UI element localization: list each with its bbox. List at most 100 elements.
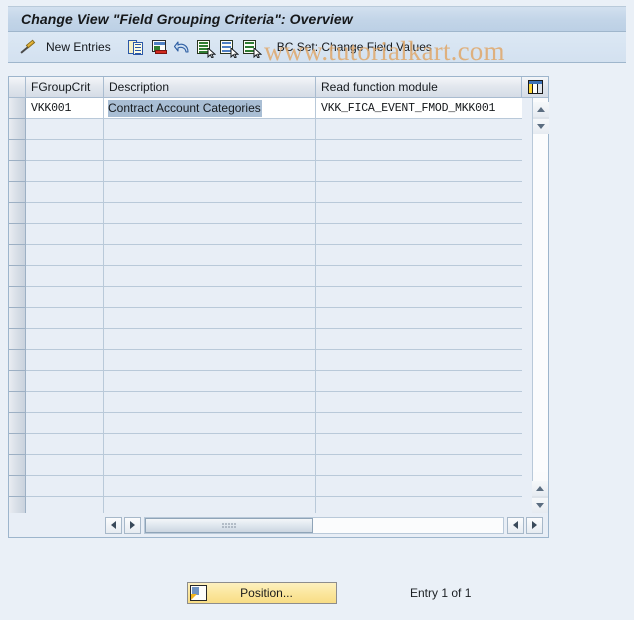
row-selector-cell[interactable] (9, 329, 26, 350)
cell-fgroupcrit[interactable] (26, 392, 104, 413)
cell-fgroupcrit[interactable] (26, 203, 104, 224)
scroll-down-button[interactable] (533, 118, 549, 134)
cell-description[interactable] (104, 434, 316, 455)
cell-read_function_module[interactable] (316, 434, 522, 455)
cell-read_function_module[interactable] (316, 182, 522, 203)
row-selector-cell[interactable] (9, 140, 26, 161)
cell-read_function_module[interactable] (316, 308, 522, 329)
column-header-description[interactable]: Description (104, 77, 316, 98)
cell-read_function_module[interactable] (316, 203, 522, 224)
cell-read_function_module[interactable] (316, 413, 522, 434)
cell-description[interactable] (104, 182, 316, 203)
row-selector-cell[interactable] (9, 119, 26, 140)
cell-description[interactable] (104, 476, 316, 497)
undo-button[interactable] (171, 35, 194, 59)
cell-read_function_module[interactable] (316, 224, 522, 245)
horizontal-scrollbar[interactable] (9, 513, 548, 537)
cell-description[interactable] (104, 455, 316, 476)
row-selector-cell[interactable] (9, 413, 26, 434)
table-row[interactable] (9, 224, 548, 245)
cell-read_function_module[interactable]: VKK_FICA_EVENT_FMOD_MKK001 (316, 98, 522, 119)
scroll-page-down-button[interactable] (532, 497, 548, 513)
horizontal-scroll-thumb[interactable] (145, 517, 313, 533)
row-selector-cell[interactable] (9, 203, 26, 224)
cell-fgroupcrit[interactable] (26, 476, 104, 497)
row-selector-cell[interactable] (9, 161, 26, 182)
cell-read_function_module[interactable] (316, 161, 522, 182)
cell-description[interactable] (104, 287, 316, 308)
table-row[interactable] (9, 308, 548, 329)
cell-description[interactable] (104, 392, 316, 413)
cell-read_function_module[interactable] (316, 329, 522, 350)
table-row[interactable] (9, 161, 548, 182)
horizontal-scroll-track[interactable] (144, 516, 504, 534)
cell-read_function_module[interactable] (316, 287, 522, 308)
cell-fgroupcrit[interactable] (26, 455, 104, 476)
cell-description[interactable] (104, 266, 316, 287)
cell-fgroupcrit[interactable] (26, 224, 104, 245)
row-selector-cell[interactable] (9, 182, 26, 203)
select-block-button[interactable] (217, 35, 240, 59)
row-selector-cell[interactable] (9, 266, 26, 287)
cell-fgroupcrit[interactable] (26, 287, 104, 308)
row-selector-cell[interactable] (9, 476, 26, 497)
cell-read_function_module[interactable] (316, 371, 522, 392)
row-selector-cell[interactable] (9, 287, 26, 308)
row-selector-cell[interactable] (9, 371, 26, 392)
cell-description[interactable] (104, 413, 316, 434)
cell-read_function_module[interactable] (316, 140, 522, 161)
table-row[interactable] (9, 434, 548, 455)
new-entries-button[interactable]: New Entries (39, 35, 118, 59)
copy-as-button[interactable] (125, 35, 148, 59)
cell-fgroupcrit[interactable] (26, 308, 104, 329)
cell-fgroupcrit[interactable] (26, 245, 104, 266)
row-selector-cell[interactable] (9, 350, 26, 371)
table-row[interactable] (9, 371, 548, 392)
cell-description[interactable] (104, 119, 316, 140)
cell-description[interactable] (104, 245, 316, 266)
vertical-scroll-end-buttons[interactable] (532, 481, 548, 513)
table-row[interactable] (9, 392, 548, 413)
cell-description[interactable] (104, 371, 316, 392)
vertical-scroll-track[interactable] (533, 134, 548, 472)
deselect-all-button[interactable] (240, 35, 263, 59)
scroll-far-right-button[interactable] (526, 516, 543, 534)
cell-description[interactable] (104, 203, 316, 224)
row-selector-cell[interactable] (9, 392, 26, 413)
table-row[interactable]: VKK001 Contract Account Categories VKK_FIC… (9, 98, 548, 119)
cell-description[interactable]: Contract Account Categories (104, 98, 316, 119)
table-row[interactable] (9, 455, 548, 476)
column-config-button[interactable] (522, 77, 548, 98)
scroll-page-up-button[interactable] (532, 481, 548, 497)
table-row[interactable] (9, 245, 548, 266)
cell-fgroupcrit[interactable] (26, 119, 104, 140)
row-selector-cell[interactable] (9, 98, 26, 119)
table-row[interactable] (9, 203, 548, 224)
row-selector-cell[interactable] (9, 224, 26, 245)
cell-read_function_module[interactable] (316, 476, 522, 497)
scroll-far-left-button[interactable] (507, 516, 524, 534)
row-selector-cell[interactable] (9, 434, 26, 455)
select-all-button[interactable] (194, 35, 217, 59)
table-row[interactable] (9, 287, 548, 308)
vertical-scrollbar[interactable] (532, 98, 549, 514)
table-row[interactable] (9, 266, 548, 287)
cell-fgroupcrit[interactable] (26, 413, 104, 434)
cell-read_function_module[interactable] (316, 350, 522, 371)
scroll-up-button[interactable] (533, 102, 549, 118)
table-row[interactable] (9, 413, 548, 434)
cell-read_function_module[interactable] (316, 119, 522, 140)
table-row[interactable] (9, 350, 548, 371)
cell-fgroupcrit[interactable] (26, 329, 104, 350)
cell-description[interactable] (104, 161, 316, 182)
cell-read_function_module[interactable] (316, 392, 522, 413)
scroll-right-button[interactable] (124, 516, 141, 534)
table-row[interactable] (9, 119, 548, 140)
cell-read_function_module[interactable] (316, 266, 522, 287)
cell-fgroupcrit[interactable] (26, 161, 104, 182)
table-row[interactable] (9, 329, 548, 350)
table-row[interactable] (9, 182, 548, 203)
cell-description[interactable] (104, 308, 316, 329)
cell-read_function_module[interactable] (316, 455, 522, 476)
cell-fgroupcrit[interactable] (26, 140, 104, 161)
